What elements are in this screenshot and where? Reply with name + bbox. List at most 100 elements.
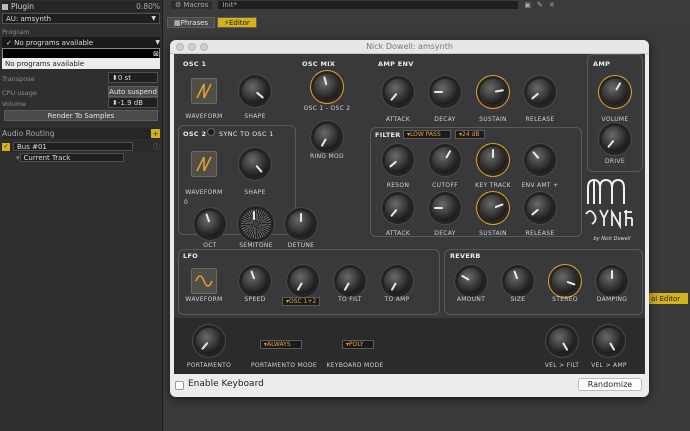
- render-to-samples-button[interactable]: Render To Samples: [4, 110, 158, 121]
- lfo-speed-knob[interactable]: [242, 268, 268, 294]
- amp-decay-knob[interactable]: [432, 79, 458, 105]
- info-icon[interactable]: ⓘ: [153, 142, 160, 152]
- osc-mix-knob[interactable]: [314, 74, 340, 100]
- portamento-label: PORTAMENTO: [186, 362, 232, 369]
- filter-decay-knob[interactable]: [432, 195, 458, 221]
- portamento-mode-select[interactable]: ▾ ALWAYS: [260, 340, 302, 349]
- filter-release-label: RELEASE: [525, 230, 555, 237]
- zoom-window-icon[interactable]: [200, 43, 208, 51]
- amp-sustain-knob[interactable]: [480, 79, 506, 105]
- pencil-icon[interactable]: ✎: [537, 1, 543, 9]
- vel-filt-knob[interactable]: [549, 328, 575, 354]
- reverb-damping-knob[interactable]: [599, 268, 625, 294]
- synth-panel: OSC 1 WAVEFORM SHAPE OSC MIX OSC 1 - OSC…: [174, 54, 645, 318]
- semitone-knob[interactable]: [241, 209, 271, 239]
- bus-name[interactable]: Bus #01: [13, 142, 133, 151]
- amp-release-label: RELEASE: [525, 116, 555, 123]
- osc2-title: OSC 2: [183, 130, 207, 138]
- filter-attack-knob[interactable]: [385, 195, 411, 221]
- randomize-button[interactable]: Randomize: [578, 378, 642, 391]
- plugin-header: Plugin 0.80%: [2, 1, 160, 12]
- plugin-select[interactable]: AU: amsynth ▼: [2, 13, 160, 24]
- filter-cutoff-knob[interactable]: [432, 147, 458, 173]
- osc1-title: OSC 1: [183, 60, 207, 68]
- macros-tab-label: Macros: [183, 0, 209, 9]
- amp-release-knob[interactable]: [527, 79, 553, 105]
- osc2-shape-knob[interactable]: [242, 151, 268, 177]
- tab-phrases[interactable]: ▦ Phrases: [167, 17, 216, 28]
- enable-keyboard-checkbox[interactable]: [175, 381, 184, 390]
- portamento-knob[interactable]: [196, 328, 222, 354]
- keyboard-mode-select[interactable]: ▾ POLY: [342, 340, 374, 349]
- cpu-usage-label: CPU usage: [2, 88, 37, 97]
- osc2-waveform-button[interactable]: [191, 151, 217, 177]
- program-select[interactable]: ✓ No programs available ▼: [2, 37, 160, 48]
- lfo-target-value: OSC 1+2: [289, 298, 317, 305]
- volume-stepper[interactable]: ⬍ -1.9 dB: [108, 97, 158, 108]
- audio-routing-label: Audio Routing: [2, 129, 55, 138]
- amsynth-logo-graphic: [585, 178, 633, 230]
- reverb-size-knob[interactable]: [505, 268, 531, 294]
- vel-amp-label: VEL > AMP: [591, 362, 627, 369]
- chevron-down-icon: ▼: [155, 39, 160, 46]
- program-dropdown-item[interactable]: No programs available: [2, 58, 160, 69]
- track-select-value: Current Track: [19, 153, 124, 162]
- amp-drive-knob[interactable]: [602, 126, 628, 152]
- ring-mod-knob[interactable]: [314, 124, 340, 150]
- add-icon[interactable]: +: [151, 129, 160, 138]
- amp-volume-knob[interactable]: [602, 79, 628, 105]
- enable-keyboard-label: Enable Keyboard: [188, 379, 264, 389]
- check-icon: ✓: [6, 38, 15, 47]
- reverb-title: REVERB: [450, 252, 481, 260]
- amp-title: AMP: [593, 60, 611, 68]
- program-select-value: No programs available: [14, 38, 94, 47]
- window-title: Nick Dowell: amsynth: [366, 42, 453, 51]
- ring-mod-label: RING MOD: [310, 153, 344, 160]
- host-top-bar: ⚙ Macros Init* ▣ ✎ ✕ ▦ Phrases ⚡ Editor: [163, 0, 690, 28]
- reverb-stereo-knob[interactable]: [552, 268, 578, 294]
- tab-editor[interactable]: ⚡ Editor: [217, 17, 257, 28]
- minimize-window-icon[interactable]: [188, 43, 196, 51]
- filter-keytrack-knob[interactable]: [480, 147, 506, 173]
- lfo-toamp-knob[interactable]: [384, 268, 410, 294]
- reverb-amount-knob[interactable]: [458, 268, 484, 294]
- filter-reson-knob[interactable]: [385, 147, 411, 173]
- close-window-icon[interactable]: [176, 43, 184, 51]
- filter-slope-select[interactable]: ▾ 24 dB: [455, 130, 485, 139]
- oct-zero-mark: 0: [183, 199, 189, 206]
- close-icon[interactable]: ⊠: [153, 50, 159, 58]
- bus-row[interactable]: ✓ Bus #01 ⓘ: [2, 141, 160, 152]
- transpose-stepper[interactable]: ⬍ 0 st: [108, 72, 158, 83]
- oct-knob[interactable]: [197, 211, 223, 237]
- synth-bottom-bar: Enable Keyboard Randomize: [170, 374, 649, 397]
- filter-envamt-knob[interactable]: [527, 147, 553, 173]
- window-titlebar: Nick Dowell: amsynth: [170, 40, 649, 54]
- lfo-waveform-button[interactable]: [191, 268, 217, 294]
- lfo-target-select[interactable]: ▾ OSC 1+2: [282, 297, 320, 306]
- preset-field[interactable]: Init*: [218, 0, 519, 9]
- osc1-shape-knob[interactable]: [242, 78, 268, 104]
- track-select[interactable]: ▾ Current Track: [16, 152, 128, 163]
- behind-editor-button[interactable]: al Editor: [648, 293, 688, 304]
- amp-attack-knob[interactable]: [385, 79, 411, 105]
- logo-subtitle: by Nick Dowell: [593, 236, 631, 242]
- save-icon[interactable]: ▣: [524, 1, 531, 9]
- filter-sustain-knob[interactable]: [480, 195, 506, 221]
- delete-icon[interactable]: ✕: [549, 1, 555, 9]
- reverb-damping-label: DAMPING: [596, 296, 628, 303]
- macros-tab[interactable]: ⚙ Macros: [171, 0, 213, 9]
- saw-wave-icon: [196, 83, 212, 99]
- osc1-waveform-button[interactable]: [191, 78, 217, 104]
- filter-type-select[interactable]: ▾ LOW PASS: [403, 130, 451, 139]
- portamento-mode-value: ALWAYS: [267, 341, 291, 348]
- vel-amp-knob[interactable]: [596, 328, 622, 354]
- sync-toggle[interactable]: [207, 128, 215, 136]
- filter-release-knob[interactable]: [527, 195, 553, 221]
- auto-suspend-button[interactable]: Auto suspend: [108, 86, 158, 97]
- checkbox-checked-icon[interactable]: ✓: [2, 142, 10, 151]
- lfo-tofilt-knob[interactable]: [337, 268, 363, 294]
- filter-envamt-label: ENV AMT +: [521, 182, 559, 189]
- detune-knob[interactable]: [288, 211, 314, 237]
- amsynth-window: Nick Dowell: amsynth OSC 1 WAVEFORM SHAP…: [170, 40, 649, 397]
- lfo-osc-knob[interactable]: [290, 268, 316, 294]
